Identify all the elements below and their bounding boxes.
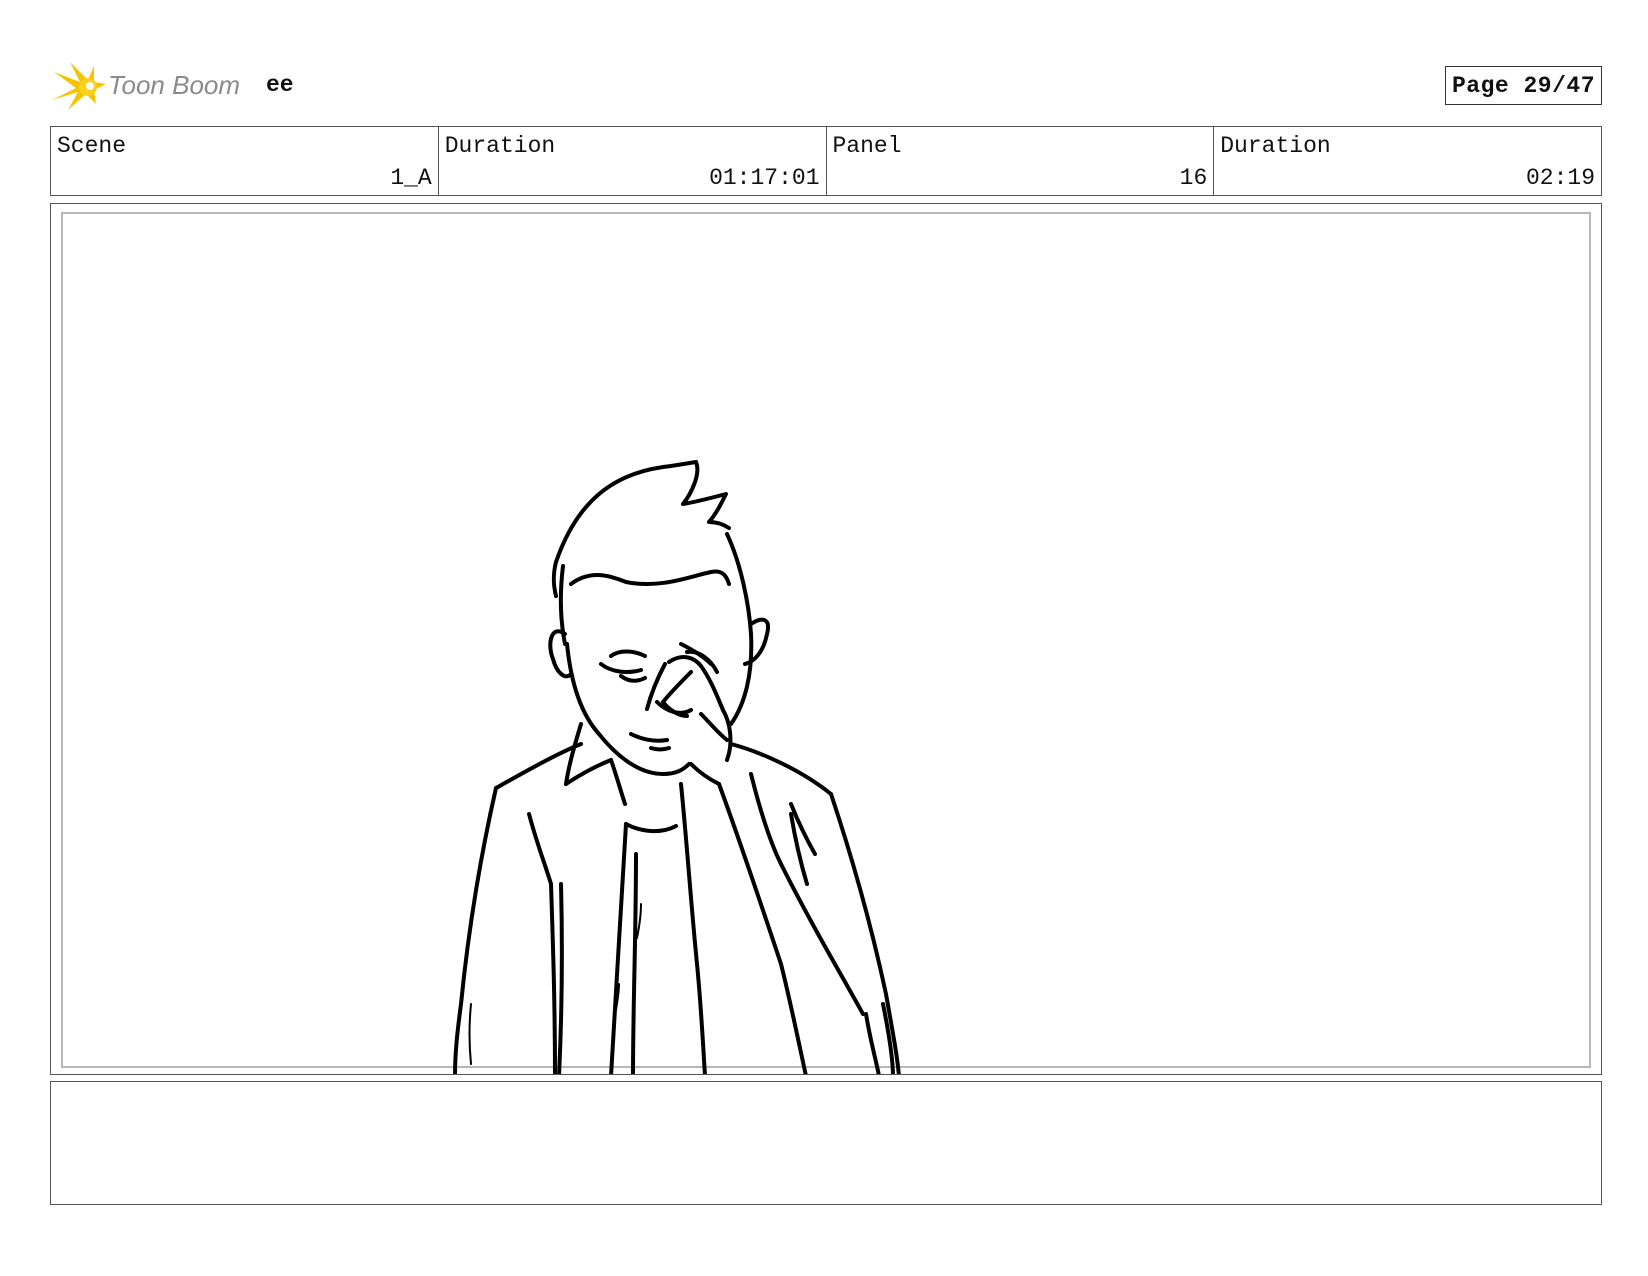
panel-duration-value: 02:19 [1525, 165, 1595, 191]
panel-duration-cell: Duration 02:19 [1214, 127, 1601, 195]
scene-duration-value: 01:17:01 [709, 165, 820, 191]
project-name: ee [266, 72, 294, 98]
panel-info-table: Scene 1_A Duration 01:17:01 Panel 16 Dur… [50, 126, 1602, 196]
storyboard-panel [50, 203, 1602, 1075]
scene-duration-label: Duration [444, 133, 556, 159]
panel-notes [50, 1081, 1602, 1205]
panel-cell: Panel 16 [827, 127, 1215, 195]
page-indicator: Page 29/47 [1444, 66, 1602, 105]
panel-label: Panel [832, 133, 902, 159]
logo-text: Toon Boom [108, 70, 240, 100]
page-header: Toon Boom ee Page 29/47 [50, 58, 1602, 114]
panel-value: 16 [1179, 165, 1208, 191]
scene-cell: Scene 1_A [51, 127, 439, 195]
man-rubbing-eyes-sketch [453, 460, 901, 1074]
scene-label: Scene [57, 133, 127, 159]
panel-duration-label: Duration [1220, 133, 1331, 159]
scene-value: 1_A [390, 165, 432, 191]
logo-burst-icon [52, 62, 106, 110]
toon-boom-logo: Toon Boom [50, 58, 250, 114]
scene-duration-cell: Duration 01:17:01 [439, 127, 827, 195]
